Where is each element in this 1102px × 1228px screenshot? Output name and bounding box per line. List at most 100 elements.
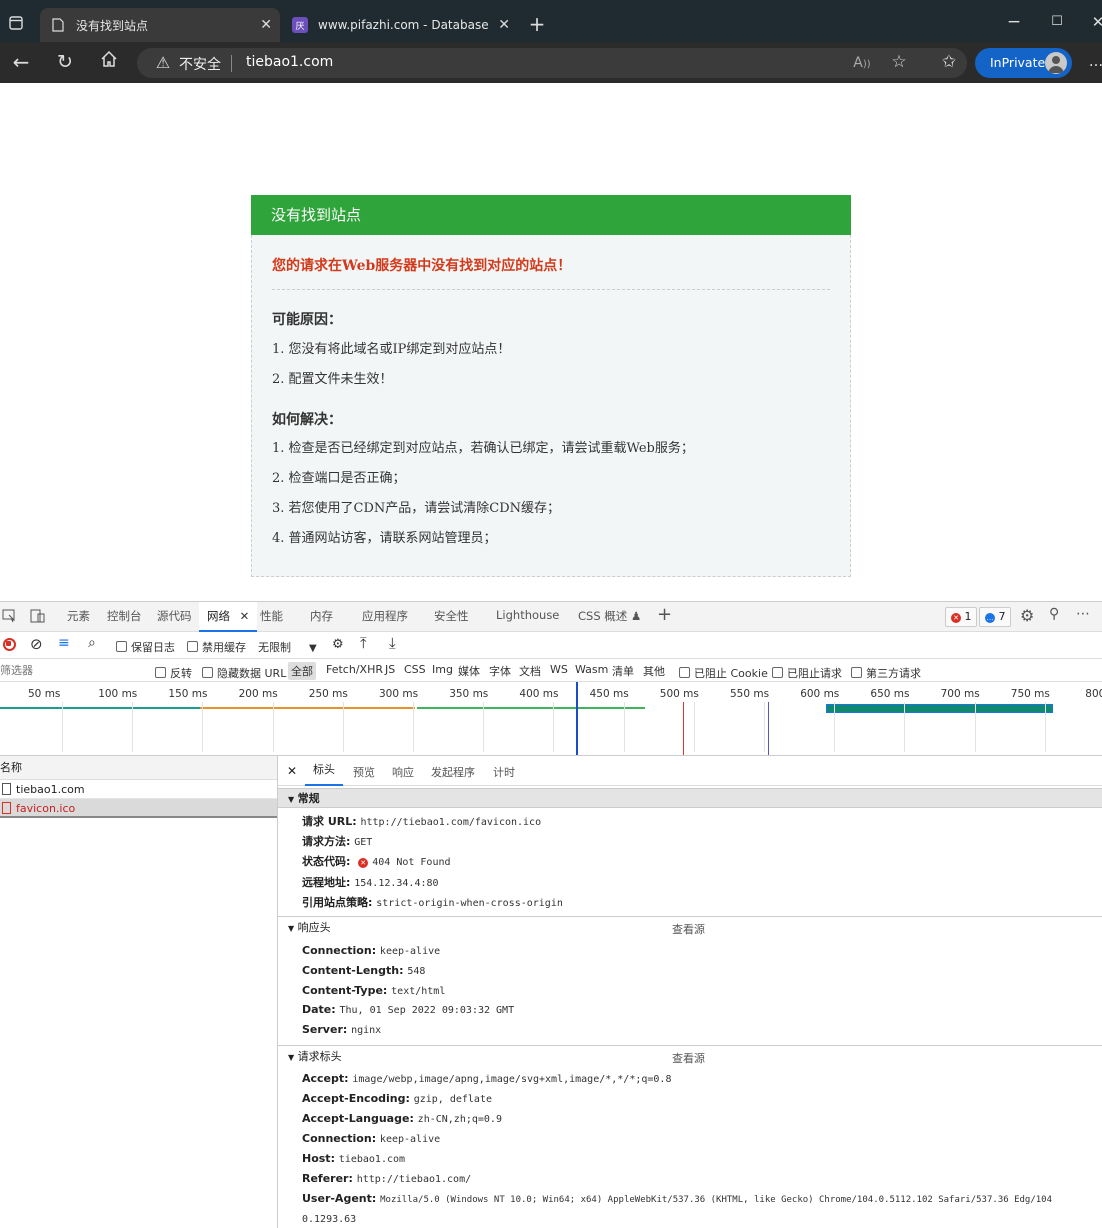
view-source-link[interactable]: 查看源	[672, 1050, 705, 1066]
clear-icon[interactable]: ⊘	[30, 635, 43, 653]
timeline-tick-label: 600 ms	[800, 688, 840, 700]
tab-network[interactable]: 网络 ✕	[199, 602, 258, 632]
filter-input[interactable]	[0, 661, 145, 680]
type-other[interactable]: 其他	[643, 663, 665, 679]
disable-cache-checkbox[interactable]: 禁用缓存	[187, 639, 246, 655]
type-all[interactable]: 全部	[288, 662, 316, 680]
preserve-log-checkbox[interactable]: 保留日志	[116, 639, 175, 655]
type-css[interactable]: CSS	[404, 663, 426, 676]
tab-inactive[interactable]: 厌 www.pifazhi.com - Database Error ✕	[282, 8, 518, 42]
requests-header[interactable]: 名称	[0, 756, 277, 780]
export-har-icon[interactable]: ⤓	[389, 634, 396, 652]
tab-application[interactable]: 应用程序	[362, 608, 408, 624]
timeline-gridline	[834, 702, 836, 752]
tab-sources[interactable]: 源代码	[157, 608, 192, 624]
tab-active[interactable]: 没有找到站点 ✕	[40, 8, 280, 42]
tab-memory[interactable]: 内存	[310, 608, 333, 624]
tab-preview[interactable]: 预览	[353, 764, 375, 780]
type-fetch-xhr[interactable]: Fetch/XHR	[326, 663, 383, 676]
filter-bar: 反转 隐藏数据 URL 全部 Fetch/XHR JS CSS Img 媒体 字…	[0, 659, 1102, 682]
warning-icon[interactable]: ⚠	[151, 51, 175, 75]
card-header: 没有找到站点	[251, 195, 851, 235]
timeline-gridline	[132, 702, 134, 752]
message-count: 7	[998, 610, 1006, 623]
back-icon[interactable]: ←	[9, 50, 33, 74]
inprivate-badge[interactable]: InPrivate	[975, 48, 1072, 78]
tab-performance[interactable]: 性能	[260, 608, 283, 624]
device-toolbar-icon[interactable]	[30, 609, 46, 626]
search-icon[interactable]: ⌕	[88, 635, 96, 651]
checkbox-label: 已阻止 Cookie	[694, 667, 768, 680]
error-file-icon	[2, 802, 11, 814]
header-value: Mozilla/5.0 (Windows NT 10.0; Win64; x64…	[380, 1195, 1052, 1205]
close-window-icon[interactable]: ✕	[1086, 10, 1102, 34]
new-tab-icon[interactable]: +	[525, 14, 549, 34]
home-icon[interactable]	[97, 50, 121, 75]
maximize-icon[interactable]: ☐	[1045, 10, 1069, 34]
section-title: 响应头	[297, 921, 331, 934]
favorites-icon[interactable]: ✩	[937, 50, 961, 74]
tab-headers[interactable]: 标头	[305, 756, 343, 786]
throttling-select[interactable]: 无限制 ▼	[258, 639, 317, 655]
type-doc[interactable]: 文档	[519, 663, 541, 679]
type-media[interactable]: 媒体	[458, 663, 480, 679]
table-row-selected[interactable]: favicon.ico	[0, 799, 277, 818]
tab-response[interactable]: 响应	[392, 764, 414, 780]
causes-heading: 可能原因：	[272, 312, 342, 328]
timeline-overview[interactable]: 50 ms 100 ms 150 ms 200 ms 250 ms 300 ms 350 m…	[0, 682, 1102, 756]
type-ws[interactable]: WS	[550, 663, 568, 676]
filter-icon[interactable]: ≡	[58, 635, 70, 651]
header-value: keep-alive	[379, 946, 441, 957]
minimize-icon[interactable]: −	[1002, 10, 1026, 34]
message-count-badge[interactable]: … 7	[979, 607, 1011, 627]
timeline-gridline	[904, 702, 906, 752]
error-card: 没有找到站点 您的请求在Web服务器中没有找到对应的站点！ 可能原因： 1. 您…	[251, 195, 851, 577]
tab-elements[interactable]: 元素	[67, 608, 90, 624]
security-label[interactable]: 不安全	[179, 54, 221, 74]
close-tab-icon[interactable]: ✕	[498, 17, 510, 33]
blocked-cookies-checkbox[interactable]: 已阻止 Cookie	[679, 665, 768, 681]
tab-css-overview[interactable]: CSS 概述 ♟	[578, 608, 641, 624]
header-value: http://tiebao1.com/favicon.ico	[360, 817, 542, 828]
hide-data-urls-checkbox[interactable]: 隐藏数据 URL	[202, 665, 286, 681]
tab-security[interactable]: 安全性	[434, 608, 469, 624]
header-value: http://tiebao1.com/	[356, 1174, 472, 1185]
blocked-requests-checkbox[interactable]: 已阻止请求	[772, 665, 842, 681]
more-options-icon[interactable]: ⋯	[1076, 606, 1090, 622]
header-value: GET	[354, 837, 373, 848]
refresh-icon[interactable]: ↻	[53, 50, 77, 74]
import-har-icon[interactable]: ⤒	[360, 634, 367, 652]
close-tab-icon[interactable]: ✕	[240, 609, 250, 623]
checkbox-box	[187, 641, 198, 652]
type-js[interactable]: JS	[385, 663, 395, 676]
type-font[interactable]: 字体	[489, 663, 511, 679]
tab-console[interactable]: 控制台	[107, 608, 142, 624]
tab-actions-icon[interactable]	[4, 14, 28, 38]
tab-initiator[interactable]: 发起程序	[431, 764, 475, 780]
table-row[interactable]: tiebao1.com	[0, 780, 277, 799]
read-aloud-icon[interactable]: A))	[850, 51, 874, 77]
more-tabs-icon[interactable]: +	[657, 604, 672, 625]
url-text[interactable]: tiebao1.com	[246, 54, 333, 70]
network-conditions-icon[interactable]: ⚙	[332, 637, 344, 652]
type-img[interactable]: Img	[432, 663, 453, 676]
header-row: Accept-Language: zh-CN,zh;q=0.9	[302, 1111, 502, 1125]
tab-timing[interactable]: 计时	[493, 764, 515, 780]
error-count-badge[interactable]: ✕ 1	[945, 607, 977, 627]
third-party-checkbox[interactable]: 第三方请求	[851, 665, 921, 681]
inspect-icon[interactable]	[2, 609, 16, 626]
solutions-heading: 如何解决：	[272, 412, 342, 428]
general-section-header[interactable]: ▼ 常规	[278, 788, 1102, 808]
tab-lighthouse[interactable]: Lighthouse	[496, 608, 559, 622]
add-favorite-icon[interactable]: ☆	[887, 50, 911, 74]
invert-checkbox[interactable]: 反转	[155, 665, 192, 681]
type-manifest[interactable]: 清单	[612, 663, 634, 679]
more-menu-icon[interactable]: ...	[1084, 49, 1102, 73]
record-icon[interactable]	[3, 638, 16, 651]
close-tab-icon[interactable]: ✕	[260, 17, 272, 33]
customize-icon[interactable]: ⚲	[1049, 606, 1059, 622]
view-source-link[interactable]: 查看源	[672, 921, 705, 937]
settings-icon[interactable]: ⚙	[1020, 606, 1034, 625]
type-wasm[interactable]: Wasm	[575, 663, 608, 676]
close-details-icon[interactable]: ✕	[287, 764, 297, 778]
